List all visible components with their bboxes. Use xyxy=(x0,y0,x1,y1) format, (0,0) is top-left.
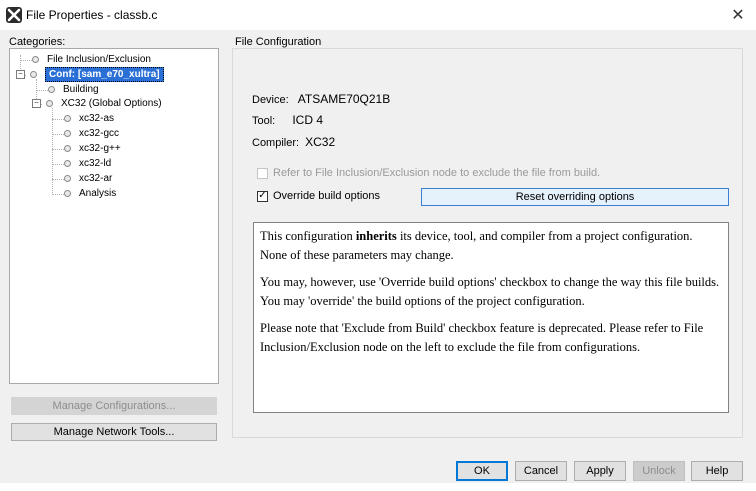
tree-item-label: xc32-gcc xyxy=(79,128,120,139)
tree-item-label: Building xyxy=(63,84,99,95)
node-icon xyxy=(48,86,55,93)
info-paragraph: Please note that 'Exclude from Build' ch… xyxy=(260,321,704,354)
compiler-value: XC32 xyxy=(305,135,336,149)
mplab-app-icon xyxy=(6,7,22,23)
checkbox-icon xyxy=(257,167,268,179)
background-strip xyxy=(0,483,756,491)
node-icon xyxy=(64,130,71,137)
tree-line xyxy=(52,134,64,135)
tree-item-xc32-global[interactable]: XC32 (Global Options) xyxy=(46,98,162,109)
tree-item-xc32-gpp[interactable]: xc32-g++ xyxy=(64,143,121,154)
tree-item-label: File Inclusion/Exclusion xyxy=(47,54,151,65)
tree-item-conf[interactable]: Conf: [sam_e70_xultra] xyxy=(30,67,164,82)
compiler-row: Compiler: XC32 xyxy=(252,135,335,149)
reset-overriding-options-button[interactable]: Reset overriding options xyxy=(421,188,729,206)
categories-tree[interactable]: − − File Inclusion/Exclusion Conf: [sam_… xyxy=(9,48,219,384)
node-icon xyxy=(64,160,71,167)
apply-button[interactable]: Apply xyxy=(574,461,626,481)
checkmark-icon: ✓ xyxy=(257,190,268,202)
ok-button[interactable]: OK xyxy=(456,461,508,481)
node-icon xyxy=(32,56,39,63)
tree-item-xc32-as[interactable]: xc32-as xyxy=(64,113,114,124)
collapse-icon[interactable]: − xyxy=(32,99,41,108)
tree-line xyxy=(52,119,64,120)
manage-configurations-button: Manage Configurations... xyxy=(11,397,217,415)
tree-line xyxy=(52,179,64,180)
tree-line xyxy=(36,90,48,91)
tree-item-label-selected: Conf: [sam_e70_xultra] xyxy=(45,67,164,82)
window-title: File Properties - classb.c xyxy=(26,8,158,22)
tree-item-analysis[interactable]: Analysis xyxy=(64,188,116,199)
info-bold-text: inherits xyxy=(355,229,397,243)
tree-item-label: Analysis xyxy=(79,188,117,199)
device-value: ATSAME70Q21B xyxy=(297,92,391,106)
collapse-icon[interactable]: − xyxy=(16,70,25,79)
device-row: Device: ATSAME70Q21B xyxy=(252,92,390,106)
tree-item-label: xc32-as xyxy=(79,113,115,124)
info-paragraph: This configuration inherits its device, … xyxy=(260,227,722,265)
tree-item-xc32-ld[interactable]: xc32-ld xyxy=(64,158,111,169)
compiler-label: Compiler: xyxy=(252,137,300,149)
tree-item-label: xc32-ld xyxy=(79,158,112,169)
tree-item-label: xc32-g++ xyxy=(79,143,121,154)
node-icon xyxy=(64,115,71,122)
node-icon xyxy=(64,175,71,182)
override-build-options-label: Override build options xyxy=(273,190,381,202)
file-configuration-label: File Configuration xyxy=(235,36,322,48)
tree-item-file-inclusion[interactable]: File Inclusion/Exclusion xyxy=(32,54,151,65)
manage-network-tools-button[interactable]: Manage Network Tools... xyxy=(11,423,217,441)
tree-line xyxy=(52,108,53,195)
node-icon xyxy=(46,100,53,107)
tree-line xyxy=(52,149,64,150)
tool-label: Tool: xyxy=(252,115,276,127)
tree-line xyxy=(20,60,32,61)
tree-item-xc32-gcc[interactable]: xc32-gcc xyxy=(64,128,119,139)
tree-line xyxy=(52,194,64,195)
tool-row: Tool: ICD 4 xyxy=(252,113,323,127)
help-button[interactable]: Help xyxy=(691,461,743,481)
tree-item-label: xc32-ar xyxy=(79,173,113,184)
tree-item-xc32-ar[interactable]: xc32-ar xyxy=(64,173,112,184)
tree-item-building[interactable]: Building xyxy=(48,84,99,95)
refer-exclusion-label: Refer to File Inclusion/Exclusion node t… xyxy=(273,167,601,179)
title-bar: File Properties - classb.c ✕ xyxy=(0,0,756,30)
refer-exclusion-checkbox: Refer to File Inclusion/Exclusion node t… xyxy=(257,167,600,179)
tree-item-label: XC32 (Global Options) xyxy=(61,98,162,109)
node-icon xyxy=(64,145,71,152)
info-paragraph: You may, however, use 'Override build op… xyxy=(260,275,720,308)
node-icon xyxy=(30,71,37,78)
info-text: This configuration xyxy=(260,229,356,243)
unlock-button: Unlock xyxy=(633,461,685,481)
node-icon xyxy=(64,190,71,197)
override-build-options-checkbox[interactable]: ✓ Override build options xyxy=(257,190,380,202)
tree-line xyxy=(52,164,64,165)
categories-label: Categories: xyxy=(9,36,66,48)
tool-value: ICD 4 xyxy=(292,113,323,127)
close-icon[interactable]: ✕ xyxy=(728,5,748,25)
cancel-button[interactable]: Cancel xyxy=(515,461,567,481)
device-label: Device: xyxy=(252,94,289,106)
info-text-box: This configuration inherits its device, … xyxy=(253,222,729,413)
